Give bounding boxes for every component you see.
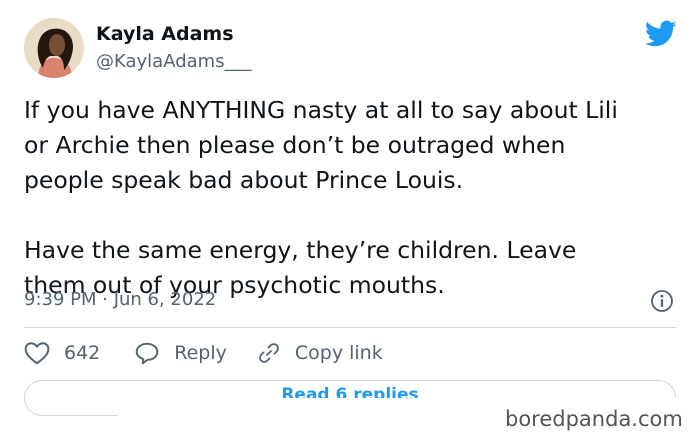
tweet-timestamp[interactable]: 9:39 PM · Jun 6, 2022 <box>24 289 216 310</box>
copy-link-button[interactable]: Copy link <box>257 341 383 365</box>
tweet-actions: 642 Reply Copy link <box>24 340 383 366</box>
tweet-paragraph: If you have ANYTHING nasty at all to say… <box>24 96 618 194</box>
reply-label: Reply <box>174 342 227 364</box>
speech-bubble-icon <box>134 341 160 365</box>
copy-link-label: Copy link <box>294 342 383 364</box>
like-button[interactable]: 642 <box>24 341 100 365</box>
avatar[interactable] <box>24 18 84 78</box>
divider <box>24 327 676 328</box>
watermark: boredpanda.com <box>505 407 683 431</box>
like-count: 642 <box>64 342 101 364</box>
tweet-text: If you have ANYTHING nasty at all to say… <box>24 93 684 303</box>
tweet-card: Kayla Adams @KaylaAdams___ If you have A… <box>0 0 700 442</box>
reply-button[interactable]: Reply <box>134 341 227 365</box>
user-handle[interactable]: @KaylaAdams___ <box>96 51 252 72</box>
twitter-bird-icon[interactable] <box>644 20 677 48</box>
info-icon[interactable] <box>650 289 674 313</box>
display-name[interactable]: Kayla Adams <box>96 23 234 45</box>
link-icon <box>257 341 281 365</box>
heart-icon <box>24 341 50 365</box>
